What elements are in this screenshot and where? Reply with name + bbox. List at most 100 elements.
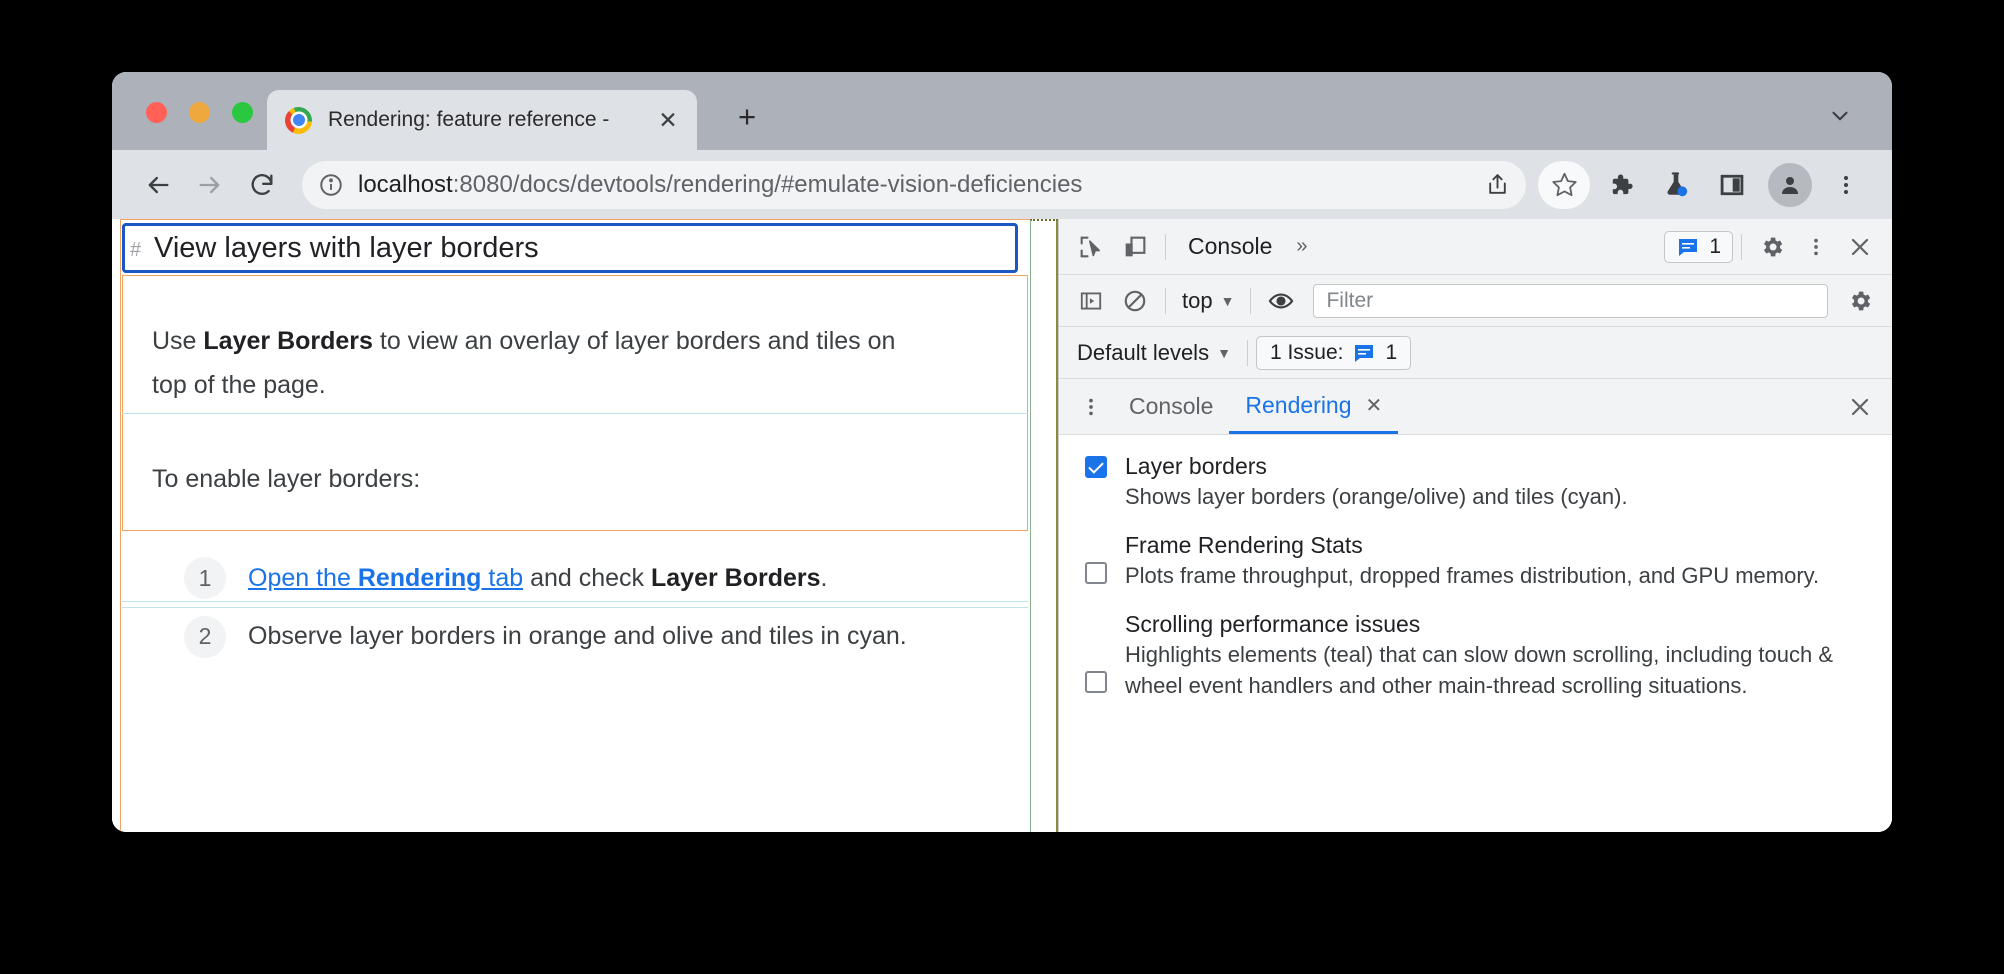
para1-line2: top of the page.	[152, 371, 326, 399]
console-sidebar-icon[interactable]	[1069, 281, 1113, 321]
option-title: Frame Rendering Stats	[1125, 532, 1363, 558]
rendering-option-frame-rendering-stats: Frame Rendering Stats Plots frame throug…	[1059, 530, 1892, 591]
step-text: Open the Rendering tab and check Layer B…	[248, 564, 827, 593]
ordered-step-list: 1 Open the Rendering tab and check Layer…	[122, 549, 1028, 665]
rendering-tab-link[interactable]: Open the Rendering tab	[248, 564, 523, 592]
list-item: 1 Open the Rendering tab and check Layer…	[122, 549, 1028, 607]
toolbar-divider	[1250, 287, 1252, 314]
issues-counter-button[interactable]: 1	[1664, 230, 1733, 263]
para1-pre: Use	[152, 327, 204, 355]
option-description: Shows layer borders (orange/olive) and t…	[1125, 484, 1628, 509]
maximize-window-button[interactable]	[232, 102, 253, 123]
link-bold: Rendering	[357, 563, 482, 592]
step-number-badge: 2	[184, 615, 226, 658]
option-title: Scrolling performance issues	[1125, 611, 1421, 637]
drawer-tab-bar: Console Rendering ✕	[1059, 379, 1892, 435]
tab-close-icon[interactable]: ✕	[653, 105, 683, 135]
gear-icon[interactable]	[1750, 227, 1794, 267]
step-number-badge: 1	[184, 557, 226, 599]
option-title: Layer borders	[1125, 453, 1267, 479]
layer-borders-checkbox[interactable]	[1085, 456, 1107, 478]
issue-summary-label: 1 Issue:	[1269, 340, 1344, 364]
scrolling-performance-issues-checkbox[interactable]	[1085, 671, 1107, 693]
devtools-close-icon[interactable]	[1838, 227, 1882, 267]
drawer-tab-close-icon[interactable]: ✕	[1366, 393, 1383, 418]
toolbar-divider	[1246, 339, 1248, 366]
page-paragraph-1: Use Layer Borders to view an overlay of …	[152, 319, 952, 407]
para1-post: to view an overlay of layer borders and …	[372, 327, 896, 355]
devtools-tab-console[interactable]: Console	[1174, 233, 1286, 260]
tab-strip: Rendering: feature reference - ✕ +	[112, 72, 1892, 150]
bookmark-star-icon[interactable]	[1538, 160, 1590, 209]
new-tab-button[interactable]: +	[727, 96, 767, 136]
step-bold: Layer Borders	[651, 563, 821, 592]
message-bubble-icon	[1679, 238, 1698, 256]
step-end: .	[820, 563, 828, 592]
minimize-window-button[interactable]	[189, 102, 210, 123]
reload-icon[interactable]	[238, 161, 286, 209]
close-window-button[interactable]	[146, 102, 167, 123]
link-pre: Open the	[248, 563, 358, 592]
forward-arrow-icon[interactable]	[186, 161, 234, 209]
option-body: Frame Rendering Stats Plots frame throug…	[1125, 530, 1866, 591]
drawer-tab-rendering[interactable]: Rendering ✕	[1229, 379, 1399, 434]
console-filter-input[interactable]: Filter	[1313, 283, 1828, 318]
option-description: Highlights elements (teal) that can slow…	[1125, 642, 1834, 698]
console-settings-gear-icon[interactable]	[1838, 281, 1882, 321]
issue-summary-button[interactable]: 1 Issue: 1	[1255, 335, 1412, 370]
chrome-favicon-icon	[285, 106, 312, 134]
page-heading: View layers with layer borders	[154, 232, 539, 264]
url-path: :8080/docs/devtools/rendering/#emulate-v…	[452, 170, 1083, 198]
chevron-down-icon: ▼	[1220, 292, 1235, 309]
para1-bold: Layer Borders	[203, 327, 373, 355]
option-body: Scrolling performance issues Highlights …	[1125, 609, 1866, 701]
console-levels-toolbar: Default levels ▼ 1 Issue: 1	[1059, 327, 1892, 379]
list-item: 2 Observe layer borders in orange and ol…	[122, 607, 1028, 665]
console-levels-selector[interactable]: Default levels ▼	[1069, 340, 1239, 366]
share-icon[interactable]	[1485, 172, 1510, 197]
step-mid: and check	[523, 563, 651, 592]
drawer-tab-rendering-label: Rendering	[1245, 391, 1352, 418]
frame-rendering-stats-checkbox[interactable]	[1085, 562, 1107, 584]
back-arrow-icon[interactable]	[134, 161, 182, 209]
rendering-options-list: Layer borders Shows layer borders (orang…	[1059, 435, 1892, 832]
more-tabs-icon[interactable]: »	[1286, 235, 1315, 258]
site-info-icon[interactable]	[318, 172, 344, 198]
window-controls	[146, 102, 253, 123]
extensions-puzzle-piece-icon[interactable]	[1594, 161, 1646, 209]
drawer-close-icon[interactable]	[1838, 387, 1882, 427]
experiments-flask-icon[interactable]	[1650, 161, 1702, 209]
devtools-panel: Console » 1 top ▼ Filter Default levels …	[1058, 219, 1892, 832]
step-text: Observe layer borders in orange and oliv…	[248, 622, 907, 650]
web-page-content: # View layers with layer borders Use Lay…	[112, 219, 1058, 832]
chevron-down-icon: ▼	[1217, 344, 1231, 361]
rendering-option-scrolling-performance-issues: Scrolling performance issues Highlights …	[1059, 609, 1892, 701]
address-bar-url: localhost:8080/docs/devtools/rendering/#…	[358, 171, 1475, 199]
page-paragraph-2: To enable layer borders:	[152, 465, 421, 493]
side-panel-icon[interactable]	[1706, 161, 1758, 209]
clear-console-icon[interactable]	[1113, 281, 1157, 321]
console-context-selector[interactable]: top ▼	[1174, 288, 1242, 314]
toolbar-divider	[1741, 233, 1742, 260]
viewport: # View layers with layer borders Use Lay…	[112, 219, 1892, 832]
drawer-tab-console[interactable]: Console	[1113, 379, 1229, 434]
layer-border-overlay-outer	[120, 219, 1058, 832]
tab-search-chevron-down-icon[interactable]	[1818, 94, 1862, 138]
message-bubble-icon	[1355, 344, 1374, 362]
profile-avatar-icon[interactable]	[1768, 162, 1812, 207]
devtools-three-dot-menu-icon[interactable]	[1794, 227, 1838, 267]
option-description: Plots frame throughput, dropped frames d…	[1125, 563, 1820, 588]
device-toolbar-icon[interactable]	[1113, 227, 1157, 267]
browser-three-dot-menu-icon[interactable]	[1822, 161, 1870, 209]
browser-tab[interactable]: Rendering: feature reference - ✕	[267, 90, 697, 150]
browser-window: Rendering: feature reference - ✕ + local…	[112, 72, 1892, 832]
console-context-value: top	[1182, 287, 1213, 313]
address-bar[interactable]: localhost:8080/docs/devtools/rendering/#…	[302, 160, 1526, 209]
heading-anchor-link[interactable]: #	[130, 239, 141, 262]
eye-icon[interactable]	[1259, 281, 1303, 321]
console-levels-value: Default levels	[1077, 339, 1210, 365]
inspect-cursor-icon[interactable]	[1069, 227, 1113, 267]
url-host: localhost	[358, 170, 453, 198]
issue-summary-count: 1	[1385, 340, 1398, 364]
drawer-three-dot-menu-icon[interactable]	[1069, 387, 1113, 427]
